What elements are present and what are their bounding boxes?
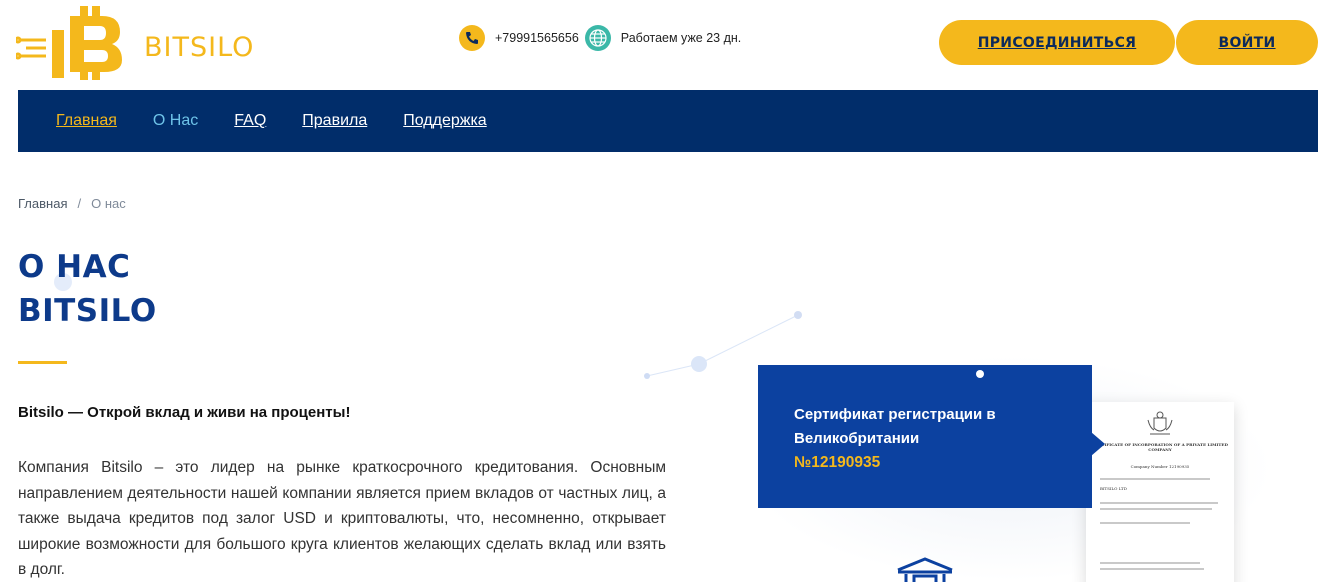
bank-icon (897, 557, 953, 582)
days-working: Работаем уже 23 дн. (620, 31, 742, 45)
certificate-card-pointer (1091, 432, 1105, 456)
breadcrumb-home[interactable]: Главная (18, 196, 67, 211)
globe-icon (584, 25, 611, 51)
certificate-number: №12190935 (794, 454, 881, 471)
contact-info: +79991565656 Работаем уже 23 дн. (459, 24, 741, 52)
royal-crest-icon (1147, 411, 1173, 435)
breadcrumb-separator: / (77, 196, 82, 211)
phone-number[interactable]: +79991565656 (495, 31, 579, 45)
logo-text: BITSILO (144, 32, 255, 63)
certificate-doc-heading: CERTIFICATE OF INCORPORATION OF A PRIVAT… (1092, 442, 1228, 452)
certificate-text-line (1100, 522, 1190, 524)
nav-item-home[interactable]: Главная (56, 112, 117, 130)
page-title-line1: О НАС (18, 249, 131, 285)
certificate-doc-number: Company Number 12190935 (1130, 464, 1190, 469)
nav-item-rules[interactable]: Правила (302, 112, 367, 130)
nav-item-support[interactable]: Поддержка (403, 112, 486, 130)
tagline: Bitsilo — Открой вклад и живи на процент… (18, 404, 351, 421)
nav-item-faq[interactable]: FAQ (234, 112, 266, 130)
page-title-line2: BITSILO (18, 293, 157, 329)
certificate-text-line (1100, 562, 1200, 564)
title-underline (18, 361, 67, 364)
login-button[interactable]: ВОЙТИ (1176, 20, 1318, 65)
nav-item-about[interactable]: О Нас (153, 112, 198, 130)
breadcrumb: Главная / О нас (18, 196, 126, 211)
main-nav: Главная О Нас FAQ Правила Поддержка (18, 90, 1318, 152)
certificate-text-line (1100, 502, 1218, 504)
bitcoin-logo-icon (14, 6, 122, 80)
about-paragraph: Компания Bitsilo – это лидер на рынке кр… (18, 459, 666, 578)
certificate-card: Сертификат регистрации в Великобритании … (758, 365, 1092, 508)
join-button[interactable]: ПРИСОЕДИНИТЬСЯ (939, 20, 1175, 65)
certificate-text-line (1100, 508, 1212, 510)
certificate-text-line (1100, 478, 1210, 480)
certificate-doc-company: BITSILO LTD (1100, 486, 1127, 491)
certificate-text-line (1100, 568, 1204, 570)
bitsilo-logo[interactable]: BITSILO (14, 4, 253, 82)
phone-icon (459, 25, 485, 51)
page-title: О НАС BITSILO (18, 245, 157, 333)
breadcrumb-current: О нас (91, 196, 126, 211)
certificate-title: Сертификат регистрации в Великобритании (794, 406, 996, 447)
certificate-document[interactable]: CERTIFICATE OF INCORPORATION OF A PRIVAT… (1086, 402, 1234, 582)
